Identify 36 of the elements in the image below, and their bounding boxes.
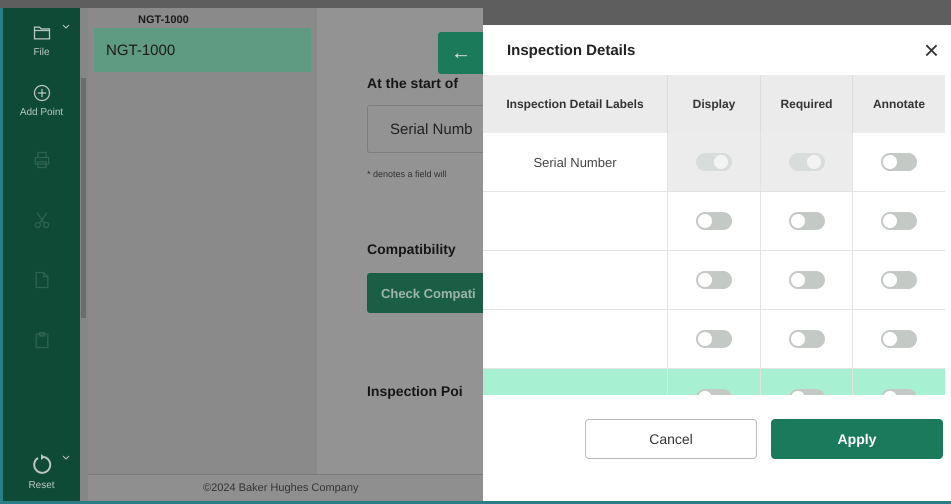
add-icon bbox=[32, 82, 52, 102]
toolbar-button[interactable]: Add Point bbox=[12, 72, 72, 128]
apply-button[interactable]: Apply bbox=[771, 419, 943, 459]
table-cell: Serial Number bbox=[533, 154, 617, 170]
tree-title: NGT-1000 bbox=[137, 14, 190, 26]
table-row[interactable] bbox=[483, 251, 945, 310]
copyright-text: ©2024 Baker Hughes Company bbox=[203, 482, 358, 494]
back-button[interactable]: ← bbox=[438, 32, 483, 74]
toggle-switch[interactable] bbox=[788, 271, 824, 289]
section-heading: At the start of bbox=[367, 75, 458, 91]
toggle-switch[interactable] bbox=[696, 271, 732, 289]
toggle-switch[interactable] bbox=[881, 212, 917, 230]
table-row[interactable]: Serial Number bbox=[483, 133, 945, 192]
toggle-switch[interactable] bbox=[788, 330, 824, 348]
toggle-switch[interactable] bbox=[696, 212, 732, 230]
printer-icon bbox=[32, 150, 52, 170]
check-compatibility-button[interactable]: Check Compati bbox=[367, 273, 483, 313]
toggle-switch[interactable] bbox=[881, 330, 917, 348]
scrollbar[interactable] bbox=[81, 78, 86, 318]
scissors-icon bbox=[32, 210, 52, 230]
close-button[interactable]: × bbox=[920, 37, 943, 63]
table-row[interactable] bbox=[483, 192, 945, 251]
tree-item[interactable]: NGT-1000 bbox=[94, 28, 311, 72]
cancel-button[interactable]: Cancel bbox=[585, 419, 757, 459]
toolbar-button[interactable]: File bbox=[12, 12, 72, 68]
column-header: Annotate bbox=[872, 96, 926, 113]
dialog-title: Inspection Details bbox=[507, 42, 636, 58]
toggle-switch[interactable] bbox=[881, 153, 917, 171]
section-heading: Compatibility bbox=[367, 241, 456, 257]
toggle-switch[interactable] bbox=[881, 271, 917, 289]
section-heading: Inspection Poi bbox=[367, 383, 463, 399]
toggle-switch[interactable] bbox=[788, 212, 824, 230]
column-header: Inspection Detail Labels bbox=[483, 75, 668, 133]
toolbar-button[interactable]: Reset bbox=[12, 443, 72, 499]
note-text: * denotes a field will bbox=[367, 169, 447, 179]
toggle-switch[interactable] bbox=[696, 330, 732, 348]
